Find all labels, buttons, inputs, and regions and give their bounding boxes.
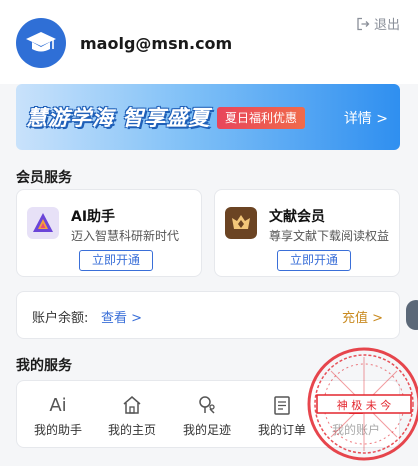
service-my-assistant[interactable]: Ai 我的助手 — [25, 393, 91, 438]
home-icon — [99, 393, 165, 417]
vip-section-title: 会员服务 — [16, 170, 72, 186]
service-my-footprint[interactable]: 我的足迹 — [174, 393, 240, 438]
user-header: maolg@msn.com 退出 — [0, 0, 418, 84]
service-label: 我的主页 — [107, 423, 156, 437]
ai-assistant-icon — [27, 207, 59, 239]
graduation-cap-icon — [26, 32, 56, 52]
ai-assistant-card[interactable]: AI助手 迈入智慧科研新时代 立即开通 — [16, 189, 202, 277]
recharge-link[interactable]: 充值 > — [342, 307, 383, 326]
banner-details-link[interactable]: 详情 > — [344, 108, 388, 128]
vip-name: 文献会员 — [269, 209, 325, 225]
service-label: 我的足迹 — [182, 423, 231, 437]
logout-label: 退出 — [373, 18, 400, 33]
stamp-text: 神 极 未 今 — [337, 398, 392, 412]
balance-label: 账户余额: — [32, 311, 89, 326]
literature-vip-card[interactable]: 文献会员 尊享文献下载阅读权益 立即开通 — [214, 189, 400, 277]
account-balance-card: 账户余额: 查看 > 充值 > — [16, 291, 400, 339]
red-seal-stamp-icon: 神 极 未 今 — [307, 347, 418, 461]
banner-tag: 夏日福利优惠 — [217, 107, 306, 129]
logout-icon — [357, 17, 370, 30]
logout-button[interactable]: 退出 — [356, 14, 400, 33]
services-section-title: 我的服务 — [16, 358, 72, 374]
vip-desc: 尊享文献下载阅读权益 — [269, 229, 390, 243]
user-email: maolg@msn.com — [80, 34, 233, 53]
promo-banner[interactable]: 慧游学海 智享盛夏 夏日福利优惠 详情 > — [16, 84, 400, 150]
crown-diamond-icon — [225, 207, 257, 239]
service-label: 我的助手 — [33, 423, 82, 437]
vip-name: AI助手 — [71, 209, 116, 225]
avatar — [16, 18, 66, 68]
footprint-icon — [174, 393, 240, 417]
activate-literature-button[interactable]: 立即开通 — [277, 250, 351, 271]
activate-ai-button[interactable]: 立即开通 — [79, 250, 153, 271]
banner-title: 慧游学海 智享盛夏 — [26, 106, 211, 130]
view-balance-link[interactable]: 查看 > — [101, 307, 142, 326]
side-float-tab[interactable] — [406, 300, 418, 330]
service-my-homepage[interactable]: 我的主页 — [99, 393, 165, 438]
vip-desc: 迈入智慧科研新时代 — [71, 229, 180, 243]
ai-icon: Ai — [49, 394, 67, 416]
